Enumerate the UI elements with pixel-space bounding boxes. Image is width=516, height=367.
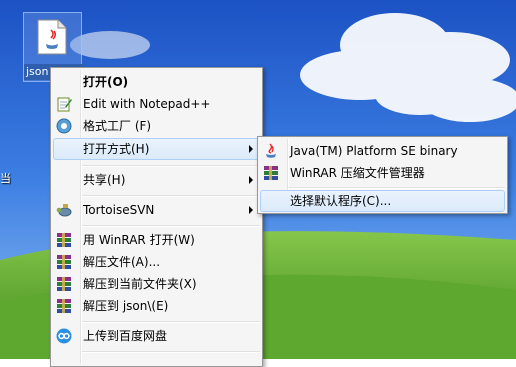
winrar-books-icon — [57, 233, 71, 247]
baidu-cloud-icon — [56, 328, 72, 344]
submenu-item-winrar-label: WinRAR 压缩文件管理器 — [290, 166, 425, 180]
submenu-item-choose-default-label: 选择默认程序(C)... — [290, 194, 392, 208]
tortoise-svn-icon — [56, 204, 72, 217]
submenu-arrow-icon — [249, 206, 253, 214]
menu-item-extract-to[interactable]: 解压到 json\(E) — [53, 295, 260, 317]
winrar-books-icon — [57, 277, 71, 291]
menu-item-open-with-label: 打开方式(H) — [83, 142, 150, 156]
submenu-item-choose-default[interactable]: 选择默认程序(C)... — [260, 190, 505, 212]
menu-item-winrar-open[interactable]: 用 WinRAR 打开(W) — [53, 229, 260, 251]
menu-item-edit-notepad-label: Edit with Notepad++ — [83, 97, 211, 111]
menu-separator — [82, 351, 260, 353]
menu-item-upload-baidu[interactable]: 上传到百度网盘 — [53, 325, 260, 347]
notepad-plus-plus-icon — [57, 97, 72, 112]
submenu-separator — [289, 187, 505, 189]
context-menu: 打开(O) Edit with Notepad++ 格式工厂 (F) 打开方式(… — [50, 67, 263, 367]
menu-item-open-label: 打开(O) — [83, 75, 129, 89]
submenu-item-java-label: Java(TM) Platform SE binary — [290, 144, 458, 158]
menu-item-share-label: 共享(H) — [83, 173, 126, 187]
menu-item-extract-files-label: 解压文件(A)... — [83, 255, 161, 269]
menu-item-open[interactable]: 打开(O) — [53, 71, 260, 93]
java-file-icon — [37, 19, 67, 55]
java-icon — [266, 143, 276, 158]
submenu-arrow-icon — [249, 176, 253, 184]
menu-item-upload-baidu-label: 上传到百度网盘 — [83, 329, 168, 343]
winrar-books-icon — [264, 166, 278, 180]
menu-item-extract-files[interactable]: 解压文件(A)... — [53, 251, 260, 273]
menu-item-format-factory-label: 格式工厂 (F) — [83, 119, 152, 133]
menu-item-format-factory[interactable]: 格式工厂 (F) — [53, 115, 260, 137]
menu-item-edit-notepad[interactable]: Edit with Notepad++ — [53, 93, 260, 115]
menu-item-extract-here-label: 解压到当前文件夹(X) — [83, 277, 197, 291]
menu-separator — [82, 165, 260, 167]
menu-item-extract-to-label: 解压到 json\(E) — [83, 299, 169, 313]
menu-separator — [82, 225, 260, 227]
submenu-item-java[interactable]: Java(TM) Platform SE binary — [260, 140, 505, 162]
menu-separator — [82, 195, 260, 197]
submenu-arrow-icon — [249, 145, 253, 153]
open-with-submenu: Java(TM) Platform SE binary WinRAR 压缩文件管… — [257, 136, 508, 214]
submenu-item-winrar[interactable]: WinRAR 压缩文件管理器 — [260, 162, 505, 184]
menu-item-extract-here[interactable]: 解压到当前文件夹(X) — [53, 273, 260, 295]
winrar-books-icon — [57, 255, 71, 269]
menu-item-tortoisesvn[interactable]: TortoiseSVN — [53, 199, 260, 221]
menu-item-tortoisesvn-label: TortoiseSVN — [83, 203, 155, 217]
format-factory-icon — [56, 118, 72, 134]
desktop-edge-text: 当 — [0, 172, 11, 185]
menu-separator — [82, 321, 260, 323]
winrar-books-icon — [57, 299, 71, 313]
menu-item-winrar-open-label: 用 WinRAR 打开(W) — [83, 233, 195, 247]
menu-item-share[interactable]: 共享(H) — [53, 169, 260, 191]
menu-item-open-with[interactable]: 打开方式(H) — [53, 138, 260, 160]
